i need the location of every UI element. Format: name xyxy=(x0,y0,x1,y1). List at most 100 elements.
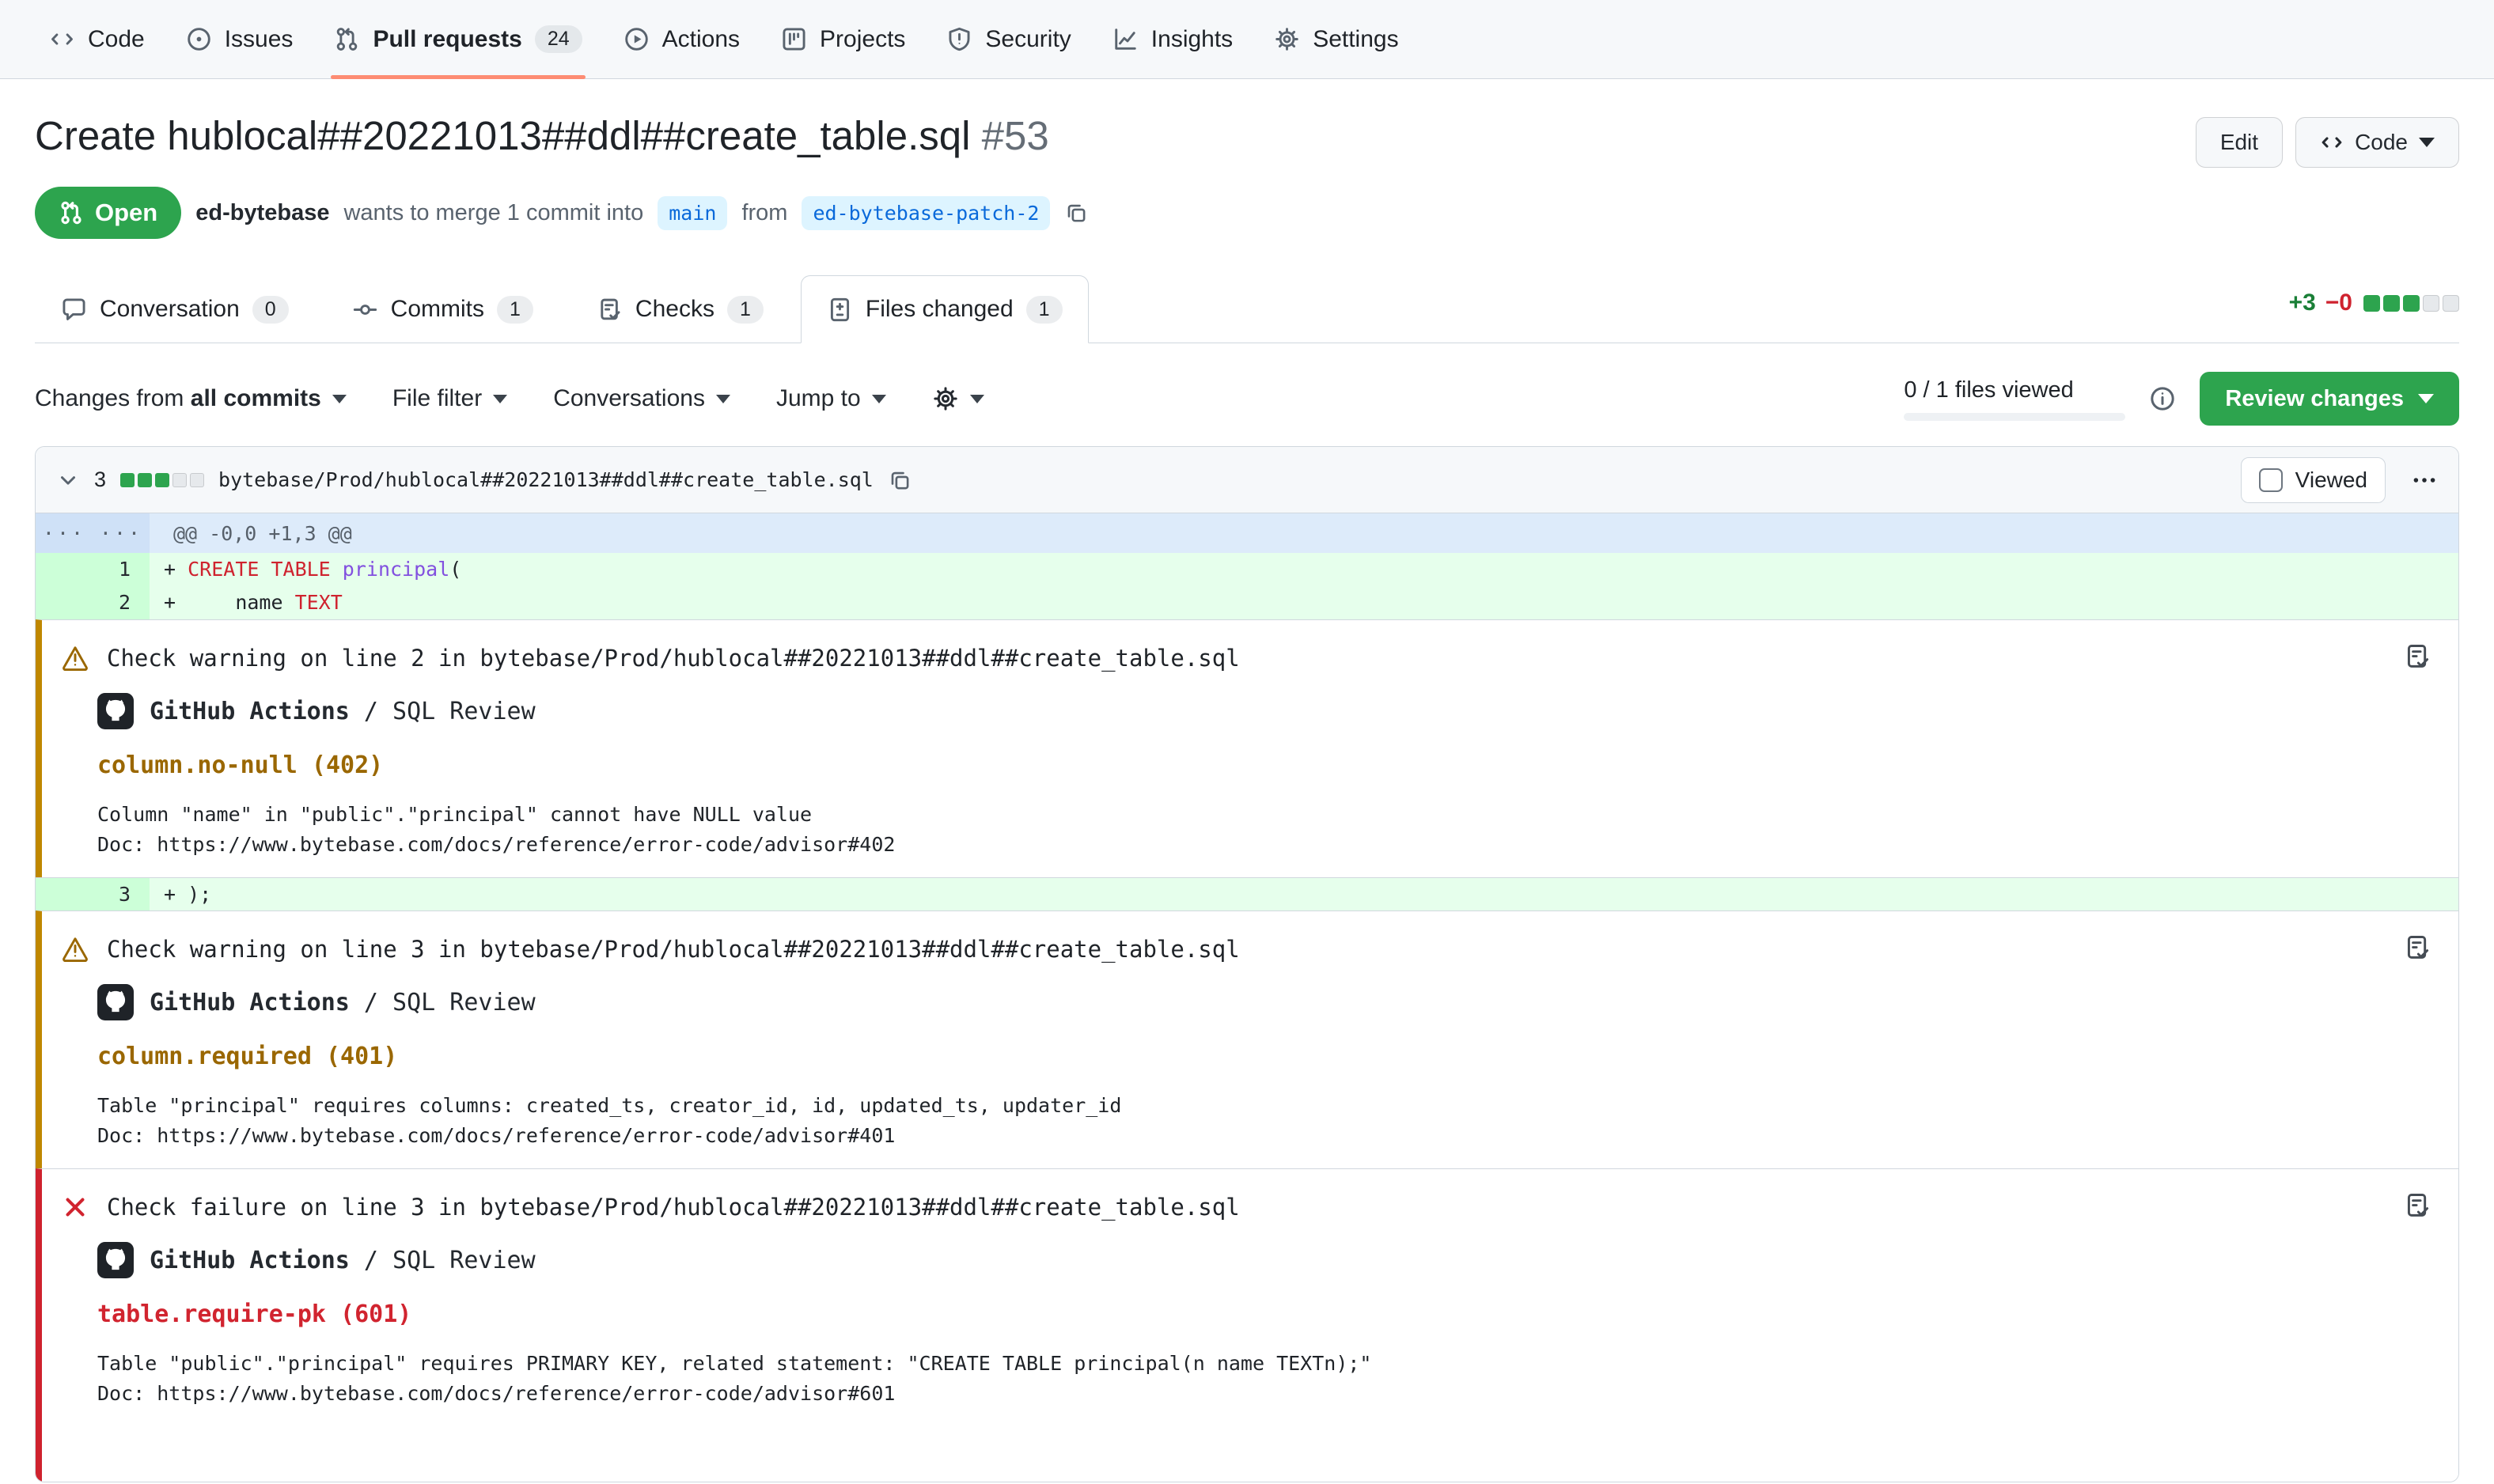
nav-item-label: Projects xyxy=(820,26,905,53)
line-code: + CREATE TABLE principal( xyxy=(150,553,2458,586)
pull-requests-count-badge: 24 xyxy=(535,25,582,53)
line-code: + ); xyxy=(150,878,2458,910)
github-actions-avatar[interactable] xyxy=(97,1242,134,1278)
changes-from-dropdown[interactable]: Changes from all commits xyxy=(35,385,347,412)
line-number[interactable]: 3 xyxy=(36,878,150,910)
annotation-title: Check failure on line 3 in bytebase/Prod… xyxy=(107,1194,1240,1221)
nav-item-insights[interactable]: Insights xyxy=(1092,0,1253,78)
diff-line-1: 1 + CREATE TABLE principal( xyxy=(36,553,2458,586)
tab-count-badge: 1 xyxy=(497,296,533,324)
conversations-dropdown[interactable]: Conversations xyxy=(553,385,730,412)
merge-text: wants to merge 1 commit into xyxy=(343,200,643,226)
chevron-down-icon xyxy=(872,395,886,403)
check-annotation-warning-401: Check warning on line 3 in bytebase/Prod… xyxy=(36,910,2458,1168)
jump-to-label: Jump to xyxy=(776,385,861,412)
repo-nav: Code Issues Pull requests 24 Actions Pro… xyxy=(0,0,2494,79)
check-run-icon[interactable] xyxy=(2403,933,2431,962)
chevron-down-icon[interactable] xyxy=(56,468,80,492)
jump-to-dropdown[interactable]: Jump to xyxy=(776,385,886,412)
from-text: from xyxy=(741,200,787,226)
commit-icon xyxy=(352,297,378,323)
nav-item-code[interactable]: Code xyxy=(28,0,165,78)
nav-item-settings[interactable]: Settings xyxy=(1253,0,1419,78)
nav-item-pull-requests[interactable]: Pull requests 24 xyxy=(313,0,602,78)
review-changes-button[interactable]: Review changes xyxy=(2200,372,2459,426)
nav-item-label: Security xyxy=(985,26,1071,53)
tab-conversation[interactable]: Conversation 0 xyxy=(35,275,315,343)
file-name[interactable]: bytebase/Prod/hublocal##20221013##ddl##c… xyxy=(218,468,874,491)
nav-item-projects[interactable]: Projects xyxy=(760,0,926,78)
line-number[interactable]: 1 xyxy=(36,553,150,586)
tab-label: Files changed xyxy=(866,296,1014,323)
code-icon xyxy=(49,26,75,52)
copy-icon[interactable] xyxy=(888,468,912,492)
files-viewed-progress-bar xyxy=(1904,413,2125,421)
check-source[interactable]: GitHub Actions / SQL Review xyxy=(150,1247,536,1274)
github-actions-avatar[interactable] xyxy=(97,693,134,729)
nav-item-label: Insights xyxy=(1151,26,1233,53)
nav-item-actions[interactable]: Actions xyxy=(603,0,760,78)
annotation-message: Table "principal" requires columns: crea… xyxy=(97,1091,2356,1121)
tab-label: Checks xyxy=(635,296,714,323)
tab-commits[interactable]: Commits 1 xyxy=(326,275,559,343)
diff-settings-dropdown[interactable] xyxy=(932,385,984,412)
check-source[interactable]: GitHub Actions / SQL Review xyxy=(150,989,536,1016)
tab-count-badge: 0 xyxy=(252,296,289,324)
neutral-square xyxy=(2443,295,2459,312)
code-button[interactable]: Code xyxy=(2295,117,2459,168)
nav-item-label: Issues xyxy=(225,26,294,53)
annotation-doc-link: Doc: https://www.bytebase.com/docs/refer… xyxy=(97,830,2356,860)
file-changes-count: 3 xyxy=(94,468,106,492)
annotation-doc-link: Doc: https://www.bytebase.com/docs/refer… xyxy=(97,1379,2356,1409)
info-icon[interactable] xyxy=(2149,385,2176,412)
kebab-menu-icon[interactable] xyxy=(2411,467,2438,494)
nav-item-security[interactable]: Security xyxy=(926,0,1091,78)
nav-item-label: Pull requests xyxy=(373,26,521,53)
viewed-toggle-button[interactable]: Viewed xyxy=(2241,457,2386,503)
viewed-checkbox[interactable] xyxy=(2259,468,2283,492)
rule-title: column.no-null (402) xyxy=(97,751,2356,779)
gear-icon xyxy=(1274,26,1300,52)
added-square xyxy=(2363,295,2380,312)
annotation-message: Table "public"."principal" requires PRIM… xyxy=(97,1349,2356,1379)
check-annotation-warning-402: Check warning on line 2 in bytebase/Prod… xyxy=(36,619,2458,877)
added-square xyxy=(2403,295,2420,312)
copy-icon[interactable] xyxy=(1064,201,1088,225)
code-button-label: Code xyxy=(2355,130,2408,155)
chevron-down-icon xyxy=(332,395,347,403)
line-number[interactable]: 2 xyxy=(36,586,150,619)
github-actions-avatar[interactable] xyxy=(97,984,134,1020)
gear-icon xyxy=(932,385,959,412)
rule-title: column.required (401) xyxy=(97,1043,2356,1070)
file-filter-dropdown[interactable]: File filter xyxy=(392,385,507,412)
check-run-icon[interactable] xyxy=(2403,1191,2431,1220)
edit-button[interactable]: Edit xyxy=(2196,117,2283,168)
warning-triangle-icon xyxy=(61,935,89,963)
check-source[interactable]: GitHub Actions / SQL Review xyxy=(150,698,536,725)
status-badge-label: Open xyxy=(95,199,157,227)
tab-files-changed[interactable]: Files changed 1 xyxy=(801,275,1089,343)
pull-request-icon xyxy=(59,200,84,225)
diff-line-3: 3 + ); xyxy=(36,877,2458,910)
nav-item-issues[interactable]: Issues xyxy=(165,0,314,78)
conversations-label: Conversations xyxy=(553,385,705,412)
file-diffstat-squares xyxy=(120,473,204,487)
diff-line-2: 2 + name TEXT xyxy=(36,586,2458,619)
warning-triangle-icon xyxy=(61,644,89,672)
neutral-square xyxy=(2423,295,2439,312)
rule-title: table.require-pk (601) xyxy=(97,1300,2356,1328)
pr-author[interactable]: ed-bytebase xyxy=(195,200,329,226)
neutral-square xyxy=(172,473,187,487)
head-branch-label[interactable]: ed-bytebase-patch-2 xyxy=(802,196,1050,230)
tab-checks[interactable]: Checks 1 xyxy=(570,275,790,343)
base-branch-label[interactable]: main xyxy=(658,196,727,230)
x-icon xyxy=(61,1193,89,1221)
chevron-down-icon xyxy=(2418,394,2434,403)
diffstat-additions: +3 xyxy=(2289,290,2316,316)
annotation-title: Check warning on line 2 in bytebase/Prod… xyxy=(107,645,1240,672)
hunk-expand-gutter[interactable]: ··· ··· xyxy=(36,513,150,553)
check-run-icon[interactable] xyxy=(2403,642,2431,671)
annotation-title: Check warning on line 3 in bytebase/Prod… xyxy=(107,936,1240,963)
expand-dots: ··· xyxy=(93,513,150,553)
added-square xyxy=(2383,295,2400,312)
